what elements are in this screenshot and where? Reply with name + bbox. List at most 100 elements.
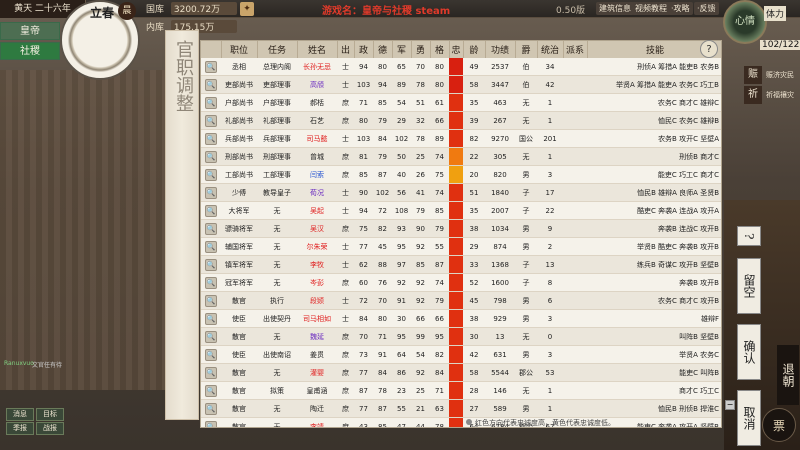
inspect-cell[interactable]: 🔍 [201, 111, 221, 130]
header-position[interactable]: 职位 [221, 41, 258, 58]
inspect-cell[interactable]: 🔍 [201, 129, 221, 148]
table-row[interactable]: 🔍 冠军将军无岑彭庶 60 76 92 92 74 52 1600 子 8 奔袭B 攻开B [201, 273, 721, 292]
magnifier-icon[interactable]: 🔍 [205, 132, 217, 145]
table-row[interactable]: 🔍 丞相 总理内阁 长孙无忌士 94 80 65 70 80 49 2537 伯 34 刑侦A 筹措A 能… [201, 58, 721, 76]
magnifier-icon[interactable]: 🔍 [205, 240, 217, 253]
header-virtue[interactable]: 德 [373, 41, 393, 58]
inspect-cell[interactable]: 🔍 [201, 219, 221, 238]
inspect-cell[interactable]: 🔍 [201, 399, 221, 418]
coin-icon[interactable]: ✦ [240, 2, 254, 16]
confirm-button[interactable]: 确认 [737, 324, 761, 380]
header-origin[interactable]: 出 [337, 41, 355, 58]
inspect-cell[interactable]: 🔍 [201, 201, 221, 220]
inspect-cell[interactable]: 🔍 [201, 309, 221, 328]
table-row[interactable]: 🔍 工部尚书 工部理事 闫索庶 85 87 40 26 75 20 820 男 3 能吏C 巧工C 商才C [201, 165, 721, 184]
magnifier-icon[interactable]: 🔍 [205, 186, 217, 199]
inspect-cell[interactable]: 🔍 [201, 237, 221, 256]
emperor-avatar[interactable]: 心情 [723, 0, 767, 44]
table-row[interactable]: 🔍 大将军无吴起士 94 72 108 79 85 35 2007 子 22 酷吏C 奔袭A 连战A … [201, 201, 721, 220]
header-character[interactable]: 格 [430, 41, 450, 58]
inspect-cell[interactable]: 🔍 [201, 381, 221, 400]
inspect-cell[interactable]: 🔍 [201, 417, 221, 427]
magnifier-icon[interactable]: 🔍 [205, 168, 217, 181]
table-row[interactable]: 🔍 散官无灌婴庶 77 84 86 92 84 58 5544 郡公 53 能吏C 叫阵B [201, 363, 721, 382]
table-help-button[interactable]: ? [700, 40, 718, 58]
table-row[interactable]: 🔍 礼部尚书 礼部理事 石艺庶 80 79 29 32 66 39 267 无 1 恤民C 农务C 雄辩B [201, 111, 721, 130]
magnifier-icon[interactable]: 🔍 [205, 114, 217, 127]
leave-empty-button[interactable]: 留空 [737, 258, 761, 314]
table-row[interactable]: 🔍 散官无李靖庶 43 85 47 44 78 64 6784 郡公 67 能吏C 奔袭A 攻开A 坚… [201, 417, 721, 427]
tutorial-link[interactable]: 视频教程 [632, 2, 670, 15]
header-military[interactable]: 军 [392, 41, 412, 58]
memorial-icon[interactable]: 票 [762, 408, 796, 442]
table-row[interactable]: 🔍 骠骑将军无吴汉庶 75 82 93 90 79 38 1034 男 9 奔袭B 连战C 攻开B [201, 219, 721, 238]
nav-emperor[interactable]: 皇帝 [0, 22, 60, 40]
prayer-label[interactable]: 祈福禳灾 [766, 90, 794, 100]
table-row[interactable]: 🔍 使臣 出使契丹 司马相如士 84 80 30 66 66 38 929 男 3 雄辩F [201, 309, 721, 328]
magnifier-icon[interactable]: 🔍 [205, 96, 217, 109]
header-task[interactable]: 任务 [257, 41, 298, 58]
magnifier-icon[interactable]: 🔍 [205, 420, 217, 427]
table-row[interactable]: 🔍 户部尚书 户部理事 郝栝庶 71 85 54 51 61 35 463 无 1 农务C 商才C 雄辩C [201, 93, 721, 112]
magnifier-icon[interactable]: 🔍 [205, 150, 217, 163]
table-row[interactable]: 🔍 刑部尚书 刑部理事 曾城庶 81 79 50 25 74 22 305 无 1 刑侦B 商才C [201, 147, 721, 166]
relief-label[interactable]: 赈济灾民 [766, 70, 794, 80]
magnifier-icon[interactable]: 🔍 [205, 276, 217, 289]
inspect-cell[interactable]: 🔍 [201, 363, 221, 382]
help-button[interactable]: ? [737, 226, 761, 246]
building-info-link[interactable]: 建筑信息 [596, 2, 634, 15]
magnifier-icon[interactable]: 🔍 [205, 258, 217, 271]
inspect-cell[interactable]: 🔍 [201, 183, 221, 202]
quarterly-report-button[interactable]: 季报 [6, 422, 34, 435]
retreat-button[interactable]: 退朝 [777, 345, 799, 405]
table-row[interactable]: 🔍 镇军将军无李牧士 62 88 97 85 87 33 1368 子 13 练兵B 奇谋C 攻开B … [201, 255, 721, 274]
header-age[interactable]: 龄 [463, 41, 486, 58]
table-row[interactable]: 🔍 吏部尚书 吏部理事 高頎士 103 94 89 78 80 58 3447 伯 42 举贤A 筹措A … [201, 75, 721, 94]
magnifier-icon[interactable]: 🔍 [205, 222, 217, 235]
magnifier-icon[interactable]: 🔍 [205, 366, 217, 379]
header-politics[interactable]: 政 [354, 41, 374, 58]
collapse-button[interactable]: − [725, 400, 735, 410]
inspect-cell[interactable]: 🔍 [201, 147, 221, 166]
prayer-icon[interactable]: 祈 [744, 86, 762, 104]
cancel-button[interactable]: 取消 [737, 390, 761, 446]
header-rank[interactable]: 爵 [515, 41, 538, 58]
inspect-cell[interactable]: 🔍 [201, 345, 221, 364]
inspect-cell[interactable]: 🔍 [201, 58, 221, 76]
inspect-cell[interactable]: 🔍 [201, 75, 221, 94]
header-merit[interactable]: 功绩 [485, 41, 516, 58]
inspect-cell[interactable]: 🔍 [201, 327, 221, 346]
magnifier-icon[interactable]: 🔍 [205, 60, 217, 73]
table-row[interactable]: 🔍 散官无魏延庶 70 71 95 99 95 30 13 无 0 叫阵B 坚壁B [201, 327, 721, 346]
table-row[interactable]: 🔍 兵部尚书 兵部理事 司马懿士 103 84 102 78 89 82 9270 国公 201 农务B … [201, 129, 721, 148]
header-bravery[interactable]: 勇 [411, 41, 431, 58]
feedback-link[interactable]: ·反馈 [694, 2, 719, 15]
battle-report-button[interactable]: 战报 [36, 422, 64, 435]
header-faction[interactable]: 派系 [563, 41, 588, 58]
table-row[interactable]: 🔍 散官无陶迁庶 77 87 55 21 63 27 589 男 1 恤民B 刑侦B 捍淮C [201, 399, 721, 418]
inspect-cell[interactable]: 🔍 [201, 255, 221, 274]
nav-state[interactable]: 社稷 [0, 42, 60, 60]
table-row[interactable]: 🔍 少傅 教导皇子 荀况士 90 102 56 41 74 51 1840 子 17 恤民B 雄辩A 良师… [201, 183, 721, 202]
magnifier-icon[interactable]: 🔍 [205, 402, 217, 415]
table-row[interactable]: 🔍 使臣 出使南诏 姜贯庶 73 91 64 54 82 42 631 男 3 举贤A 农务C [201, 345, 721, 364]
table-row[interactable]: 🔍 散官 执行 段颎士 72 70 91 92 79 45 798 男 6 农务C 商才C 攻开B [201, 291, 721, 310]
table-row[interactable]: 🔍 辅国将军无尔朱荣士 77 45 95 92 55 29 874 男 2 举贤B 酷吏C 奔袭B 攻… [201, 237, 721, 256]
magnifier-icon[interactable]: 🔍 [205, 330, 217, 343]
header-name[interactable]: 姓名 [297, 41, 338, 58]
messages-button[interactable]: 消息 [6, 408, 34, 421]
inspect-cell[interactable]: 🔍 [201, 165, 221, 184]
inspect-cell[interactable]: 🔍 [201, 93, 221, 112]
magnifier-icon[interactable]: 🔍 [205, 384, 217, 397]
magnifier-icon[interactable]: 🔍 [205, 204, 217, 217]
table-row[interactable]: 🔍 散官 拟策 皇甫涵庶 87 78 23 25 71 28 146 无 1 商才C 巧工C [201, 381, 721, 400]
magnifier-icon[interactable]: 🔍 [205, 294, 217, 307]
goals-button[interactable]: 目标 [36, 408, 64, 421]
time-button[interactable]: 晨 [118, 2, 136, 20]
magnifier-icon[interactable]: 🔍 [205, 78, 217, 91]
inspect-cell[interactable]: 🔍 [201, 273, 221, 292]
inspect-cell[interactable]: 🔍 [201, 291, 221, 310]
header-loyalty[interactable]: 忠 [449, 41, 464, 58]
guide-link[interactable]: ·攻略 [668, 2, 693, 15]
header-rule[interactable]: 统治 [537, 41, 564, 58]
